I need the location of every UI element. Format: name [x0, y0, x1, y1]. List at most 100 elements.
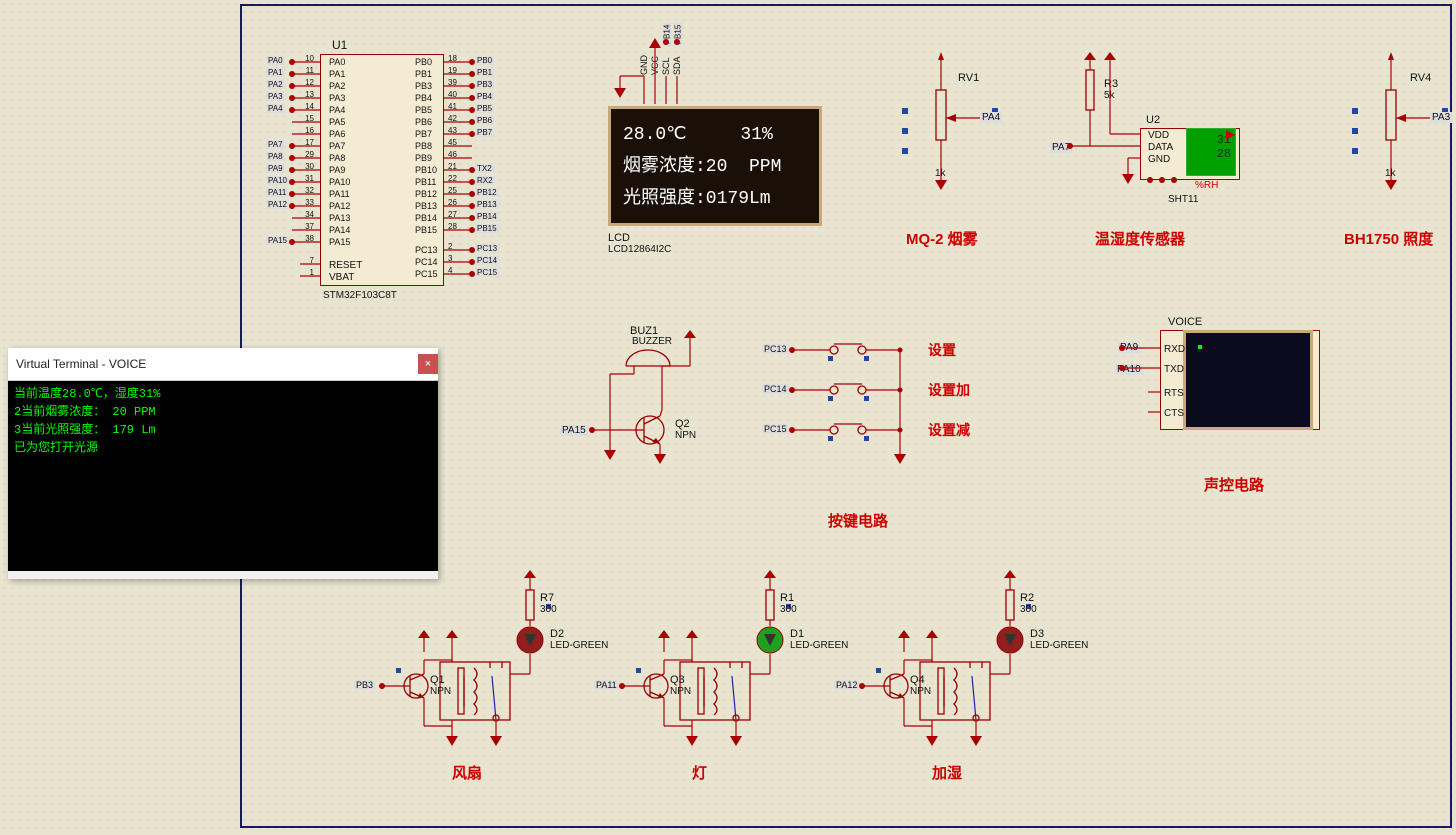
relay-r-val: 300 [1020, 604, 1037, 615]
mcu-pin-PA9: PA9 [329, 165, 345, 175]
mcu-netpc-PC14: PC14 [475, 256, 499, 265]
button-net: PC13 [762, 344, 789, 354]
mq2-net: PA4 [980, 112, 1002, 123]
lcd-display[interactable]: 28.0℃ 31% 烟雾浓度:20 PPM 光照强度:0179Lm [608, 106, 822, 226]
mcu-net-PB6: PB6 [475, 116, 494, 125]
pin-vbat: VBAT [329, 272, 354, 283]
svg-text:25: 25 [448, 186, 457, 195]
terminal-line: 当前温度28.0℃，湿度31% [14, 385, 432, 403]
mcu-pin-PA5: PA5 [329, 117, 345, 127]
mcu-pin-PA15: PA15 [329, 237, 350, 247]
terminal-line: 2当前烟雾浓度： 20 PPM [14, 403, 432, 421]
mcu-net-PA9: PA9 [266, 164, 285, 173]
relay-q-part: NPN [670, 686, 691, 697]
mcu-net-PA15: PA15 [266, 236, 289, 245]
mcu-netpc-PC15: PC15 [475, 268, 499, 277]
svg-text:37: 37 [305, 222, 314, 231]
svg-text:29: 29 [305, 150, 314, 159]
bh-net: PA3 [1430, 112, 1452, 123]
buttons-circuit[interactable] [790, 336, 990, 496]
voice-dot-icon [1198, 345, 1202, 349]
relay-r-ref: R1 [780, 592, 794, 604]
mcu-net-PB5: PB5 [475, 104, 494, 113]
svg-text:42: 42 [448, 114, 457, 123]
svg-text:3: 3 [448, 254, 453, 263]
terminal-title: Virtual Terminal - VOICE [16, 357, 146, 371]
relay-module-风扇[interactable] [380, 568, 600, 808]
mcu-netpc-PC13: PC13 [475, 244, 499, 253]
mcu-pin-PA1: PA1 [329, 69, 345, 79]
svg-text:15: 15 [305, 114, 314, 123]
svg-text:▶: ▶ [1226, 127, 1236, 141]
svg-text:45: 45 [448, 138, 457, 147]
buzzer-circuit[interactable] [580, 330, 720, 510]
mcu-net-PB3: PB3 [475, 80, 494, 89]
close-icon[interactable]: × [418, 354, 438, 374]
relay-r-val: 300 [540, 604, 557, 615]
mcu-pin-PB5: PB5 [415, 105, 432, 115]
terminal-body[interactable]: 当前温度28.0℃，湿度31% 2当前烟雾浓度： 20 PPM 3当前光照强度：… [8, 381, 438, 571]
dht-title: 温湿度传感器 [1095, 228, 1185, 249]
lcd-part: LCD12864I2C [608, 244, 671, 255]
terminal-line: 已为您打开光源 [14, 439, 432, 457]
voice-title: 声控电路 [1204, 474, 1264, 495]
relay-q-ref: Q4 [910, 674, 925, 686]
mcu-pin-PB14: PB14 [415, 213, 437, 223]
bh1750-title: BH1750 照度 [1344, 228, 1433, 249]
svg-text:17: 17 [305, 138, 314, 147]
mcu-pin-PC13: PC13 [415, 245, 438, 255]
svg-text:46: 46 [448, 150, 457, 159]
mcu-pin-PA13: PA13 [329, 213, 350, 223]
mq2-pot[interactable] [890, 50, 1010, 210]
bh-val: 1k [1385, 168, 1396, 179]
relay-module-灯[interactable] [620, 568, 840, 808]
mcu-pin-PB12: PB12 [415, 189, 437, 199]
mcu-net-PB14: PB14 [475, 212, 499, 221]
mcu-pin-PA2: PA2 [329, 81, 345, 91]
relay-title: 加湿 [932, 762, 962, 783]
bh1750-pot[interactable] [1340, 50, 1456, 210]
svg-text:7: 7 [310, 256, 315, 265]
svg-text:38: 38 [305, 234, 314, 243]
mcu-pin-PA12: PA12 [329, 201, 350, 211]
buttons-title: 按键电路 [828, 510, 888, 531]
button-label: 设置减 [928, 420, 970, 440]
mcu-pin-PB8: PB8 [415, 141, 432, 151]
mcu-pin-PA0: PA0 [329, 57, 345, 67]
relay-r-ref: R2 [1020, 592, 1034, 604]
button-net: PC14 [762, 384, 789, 394]
svg-text:14: 14 [305, 102, 314, 111]
terminal-titlebar[interactable]: Virtual Terminal - VOICE × [8, 348, 438, 381]
svg-text:43: 43 [448, 126, 457, 135]
svg-text:31: 31 [305, 174, 314, 183]
sht11-part: SHT11 [1168, 194, 1198, 205]
mcu-pin-PB11: PB11 [415, 177, 436, 187]
svg-text:18: 18 [448, 54, 457, 63]
relay-title: 风扇 [452, 762, 482, 783]
svg-text:10: 10 [305, 54, 314, 63]
virtual-terminal-window: Virtual Terminal - VOICE × 当前温度28.0℃，湿度3… [8, 348, 438, 579]
relay-module-加湿[interactable] [860, 568, 1080, 808]
mcu-net-PA12: PA12 [266, 200, 289, 209]
mcu-net-PB4: PB4 [475, 92, 494, 101]
mcu-pin-PA7: PA7 [329, 141, 345, 151]
svg-text:34: 34 [305, 210, 314, 219]
voice-terminal-display[interactable] [1183, 330, 1313, 430]
relay-q-ref: Q1 [430, 674, 445, 686]
lcd-row-1: 28.0℃ 31% [623, 123, 807, 145]
svg-text:32: 32 [305, 186, 314, 195]
relay-d-part: LED-GREEN [1030, 640, 1088, 651]
buz-q-part: NPN [675, 430, 696, 441]
mcu-pin-PA6: PA6 [329, 129, 345, 139]
svg-text:1: 1 [310, 268, 315, 277]
mq2-val: 1k [935, 168, 946, 179]
lcd-ref: LCD [608, 232, 630, 244]
mcu-pin-PA8: PA8 [329, 153, 345, 163]
svg-text:11: 11 [306, 66, 315, 75]
mcu-pin-PA10: PA10 [329, 177, 350, 187]
svg-text:40: 40 [448, 90, 457, 99]
mcu-net-PA1: PA1 [266, 68, 285, 77]
mcu-pin-PB10: PB10 [415, 165, 437, 175]
terminal-line: 3当前光照强度： 179 Lm [14, 421, 432, 439]
mcu-pin-PB6: PB6 [415, 117, 432, 127]
